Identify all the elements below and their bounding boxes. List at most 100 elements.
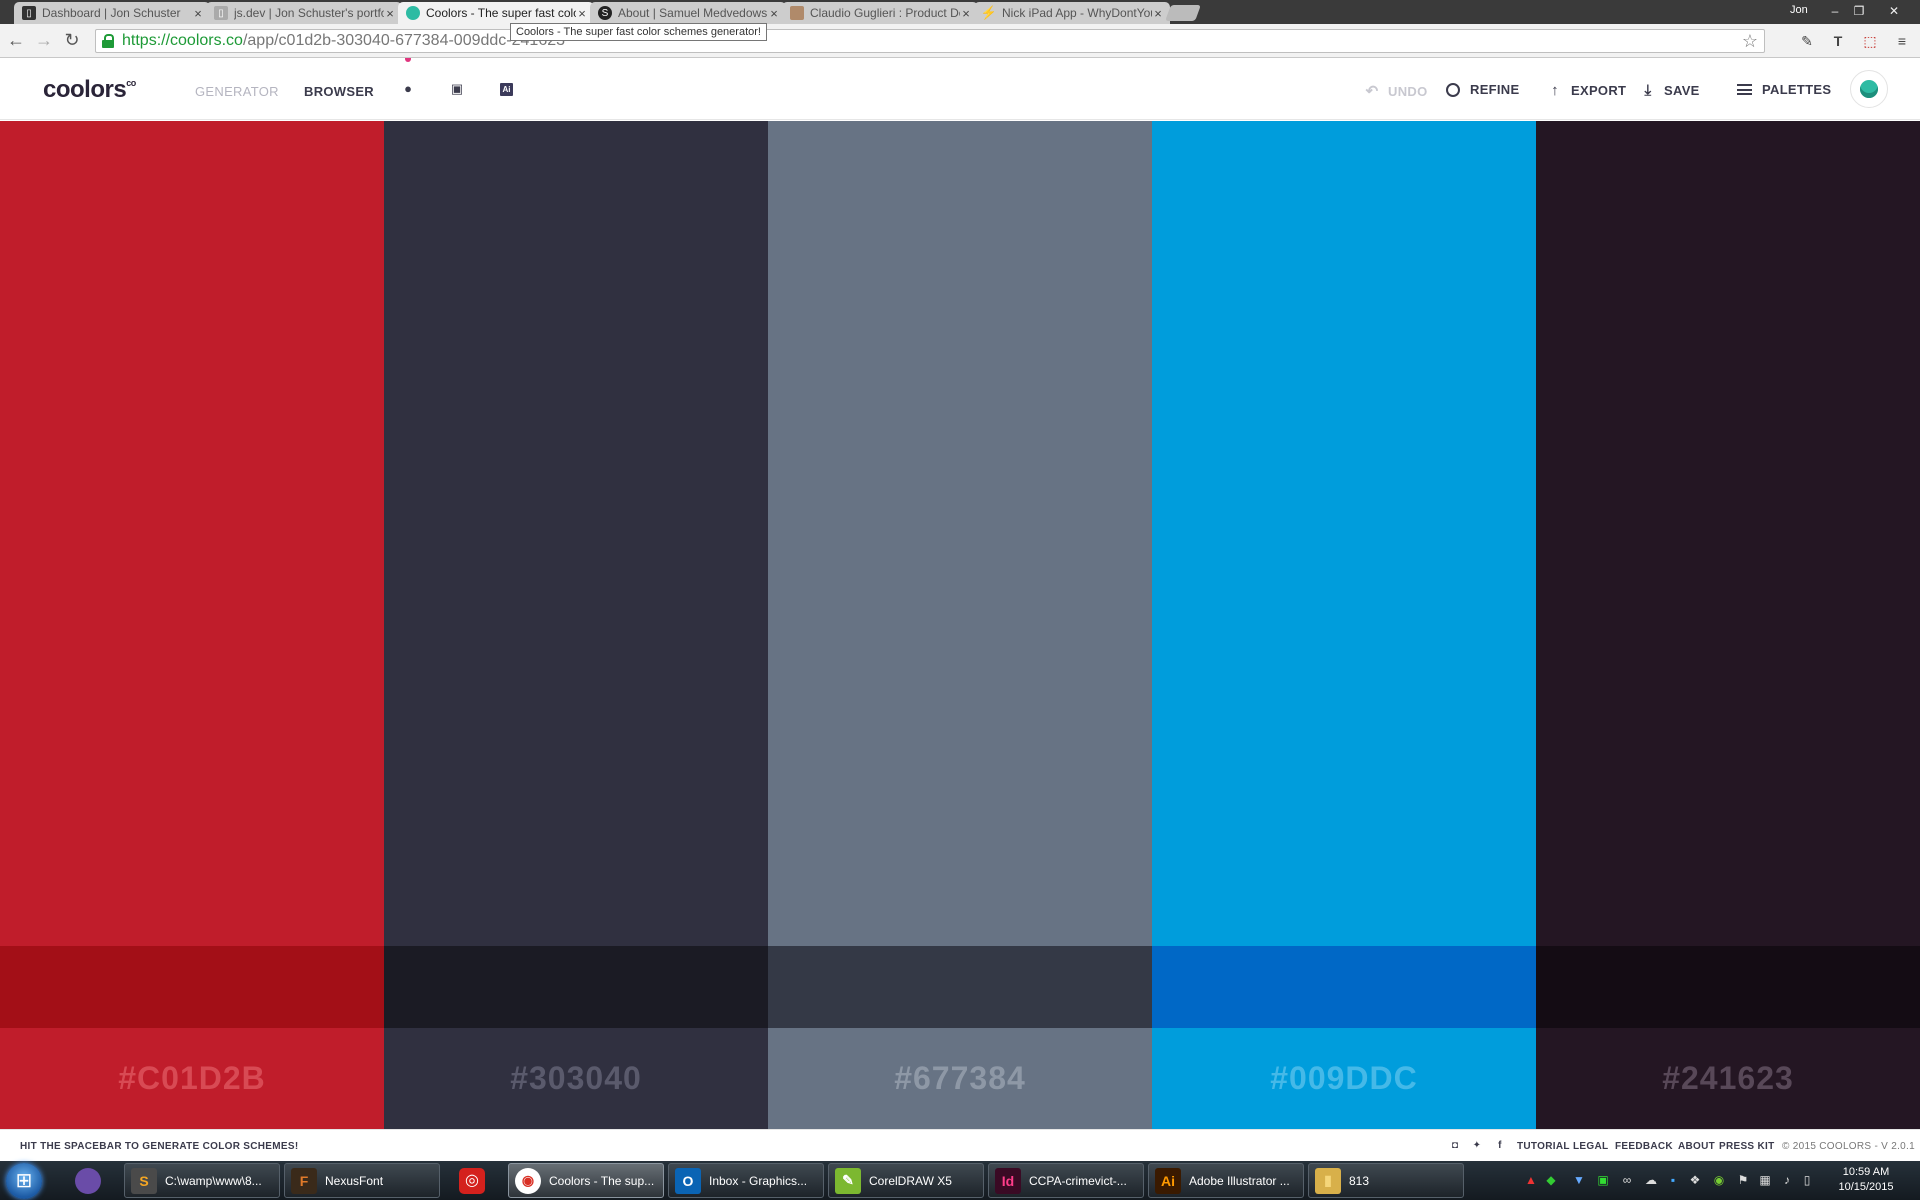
palettes-button[interactable]: PALETTES [1737, 82, 1831, 97]
bookmark-star-icon[interactable]: ☆ [1742, 31, 1758, 52]
system-clock[interactable]: 10:59 AM 10/15/2015 [1818, 1165, 1914, 1195]
eyedropper-extension-icon[interactable]: ✎ [1797, 31, 1817, 51]
bolt-icon: ⚡ [980, 5, 998, 20]
browser-tab-active[interactable]: Coolors - The super fast color schemes g… [398, 2, 594, 24]
export-arrow-up-icon: ↑ [1551, 82, 1559, 99]
tray-network-icon[interactable]: ▦ [1758, 1173, 1772, 1187]
close-icon[interactable]: × [960, 6, 972, 21]
tray-nvidia-icon[interactable]: ◉ [1712, 1173, 1726, 1187]
close-icon[interactable]: × [192, 6, 204, 21]
browser-tab-strip: ▯ Dashboard | Jon Schuster × ▯ js.dev | … [0, 0, 1920, 24]
color-swatch[interactable]: #C01D2B [0, 121, 384, 1129]
reload-icon[interactable]: ↻ [62, 30, 82, 50]
taskbar-item[interactable]: Ai Adobe Illustrator ... [1148, 1163, 1304, 1198]
export-button[interactable]: ↑ EXPORT [1547, 82, 1626, 99]
swatch-hex-label[interactable]: #677384 [768, 1028, 1152, 1129]
pdf-extension-icon[interactable]: ⬚ [1860, 31, 1880, 51]
coreldraw-icon: ✎ [835, 1167, 861, 1194]
color-swatch[interactable]: #241623 [1536, 121, 1920, 1129]
facebook-icon[interactable]: f [1493, 1139, 1507, 1153]
save-button[interactable]: ⤓ SAVE [1640, 82, 1700, 99]
logo-mark: co [126, 78, 136, 88]
save-label: SAVE [1664, 83, 1700, 98]
illustrator-icon[interactable]: Ai [500, 83, 513, 96]
taskbar-item[interactable]: F NexusFont [284, 1163, 440, 1198]
tray-volume-icon[interactable]: ♪ [1780, 1173, 1794, 1187]
nav-browser[interactable]: BROWSER [304, 84, 374, 99]
back-arrow-icon[interactable]: ← [6, 30, 26, 50]
swatch-shade-bar[interactable] [1152, 946, 1536, 1028]
browser-user-name[interactable]: Jon [1790, 4, 1808, 16]
android-icon[interactable]: ▣ [449, 81, 465, 97]
tray-battery-icon[interactable]: ▯ [1800, 1173, 1814, 1187]
swatch-hex-label[interactable]: #C01D2B [0, 1028, 384, 1129]
browser-tab[interactable]: ⚡ Nick iPad App - WhyDontYou × [974, 2, 1170, 24]
browser-tab[interactable]: ▯ js.dev | Jon Schuster's portfolio × [206, 2, 402, 24]
taskbar-item[interactable]: Id CCPA-crimevict-... [988, 1163, 1144, 1198]
swatch-hex-label[interactable]: #009DDC [1152, 1028, 1536, 1129]
swatch-shade-bar[interactable] [768, 946, 1152, 1028]
taskbar-item-label: Coolors - The sup... [549, 1173, 655, 1188]
tray-vpn-icon[interactable]: ▼ [1572, 1173, 1586, 1187]
color-swatch[interactable]: #009DDC [1152, 121, 1536, 1129]
close-icon[interactable]: × [1152, 6, 1164, 21]
taskbar-item[interactable]: ✎ CorelDRAW X5 [828, 1163, 984, 1198]
tray-link-icon[interactable]: ∞ [1620, 1173, 1634, 1187]
pinned-app-icon[interactable] [68, 1164, 108, 1198]
windows-start-icon[interactable] [6, 1163, 42, 1199]
tray-cloud-icon[interactable]: ☁ [1644, 1173, 1658, 1187]
tray-app-icon[interactable]: ▣ [1596, 1173, 1610, 1187]
restore-icon[interactable]: ❐ [1848, 2, 1870, 20]
tray-outlook-icon[interactable]: ▪ [1666, 1173, 1680, 1187]
tray-alert-icon[interactable]: ▲ [1524, 1173, 1538, 1187]
refine-button[interactable]: REFINE [1446, 82, 1519, 97]
taskbar-item-active[interactable]: ◉ Coolors - The sup... [508, 1163, 664, 1198]
swatch-color[interactable] [768, 121, 1152, 946]
swatch-color[interactable] [0, 121, 384, 946]
footer-link-about[interactable]: ABOUT [1678, 1141, 1715, 1152]
browser-tab[interactable]: Claudio Guglieri : Product Designer × [782, 2, 978, 24]
taskbar-item[interactable]: ▮ 813 [1308, 1163, 1464, 1198]
browser-tab[interactable]: S About | Samuel Medvedowsky × [590, 2, 786, 24]
close-icon[interactable]: × [384, 6, 396, 21]
footer-link-legal[interactable]: LEGAL [1573, 1141, 1608, 1152]
color-swatch[interactable]: #677384 [768, 121, 1152, 1129]
tray-dropbox-icon[interactable]: ❖ [1688, 1173, 1702, 1187]
swatch-color[interactable] [1152, 121, 1536, 946]
undo-button[interactable]: ↶ UNDO [1364, 82, 1428, 100]
footer-link-press-kit[interactable]: PRESS KIT [1719, 1141, 1775, 1152]
swatch-hex-label[interactable]: #241623 [1536, 1028, 1920, 1129]
browser-menu-icon[interactable]: ≡ [1892, 31, 1912, 51]
taskbar-item-label: 813 [1349, 1173, 1370, 1188]
forward-arrow-icon[interactable]: → [34, 30, 54, 50]
footer-link-tutorial[interactable]: TUTORIAL [1517, 1141, 1570, 1152]
user-avatar[interactable] [1850, 70, 1888, 108]
taskbar-item[interactable]: S C:\wamp\www\8... [124, 1163, 280, 1198]
taskbar-item-label: NexusFont [325, 1173, 384, 1188]
close-icon[interactable]: × [576, 6, 588, 21]
swatch-color[interactable] [1536, 121, 1920, 946]
browser-tab[interactable]: ▯ Dashboard | Jon Schuster × [14, 2, 210, 24]
swatch-hex-label[interactable]: #303040 [384, 1028, 768, 1129]
tray-flag-icon[interactable]: ⚑ [1736, 1173, 1750, 1187]
font-extension-icon[interactable]: T [1828, 31, 1848, 51]
swatch-shade-bar[interactable] [1536, 946, 1920, 1028]
apple-icon[interactable]: ● [400, 81, 416, 97]
window-close-icon[interactable]: ✕ [1874, 2, 1914, 20]
tray-sync-icon[interactable]: ◆ [1544, 1173, 1558, 1187]
new-tab-button[interactable] [1165, 5, 1201, 21]
nav-generator[interactable]: GENERATOR [195, 84, 279, 99]
instagram-icon[interactable]: ◘ [1448, 1139, 1462, 1153]
swatch-shade-bar[interactable] [384, 946, 768, 1028]
creative-cloud-icon[interactable]: ◎ [452, 1164, 492, 1198]
twitter-icon[interactable]: ✦ [1470, 1139, 1484, 1153]
minimize-icon[interactable]: – [1824, 2, 1846, 20]
coolors-logo[interactable]: coolorsco [43, 76, 136, 104]
taskbar-item[interactable]: O Inbox - Graphics... [668, 1163, 824, 1198]
color-swatch[interactable]: #303040 [384, 121, 768, 1129]
close-icon[interactable]: × [768, 6, 780, 21]
swatch-shade-bar[interactable] [0, 946, 384, 1028]
swatch-color[interactable] [384, 121, 768, 946]
address-bar[interactable]: https://coolors.co /app/c01d2b-303040-67… [95, 29, 1765, 53]
footer-link-feedback[interactable]: FEEDBACK [1615, 1141, 1673, 1152]
